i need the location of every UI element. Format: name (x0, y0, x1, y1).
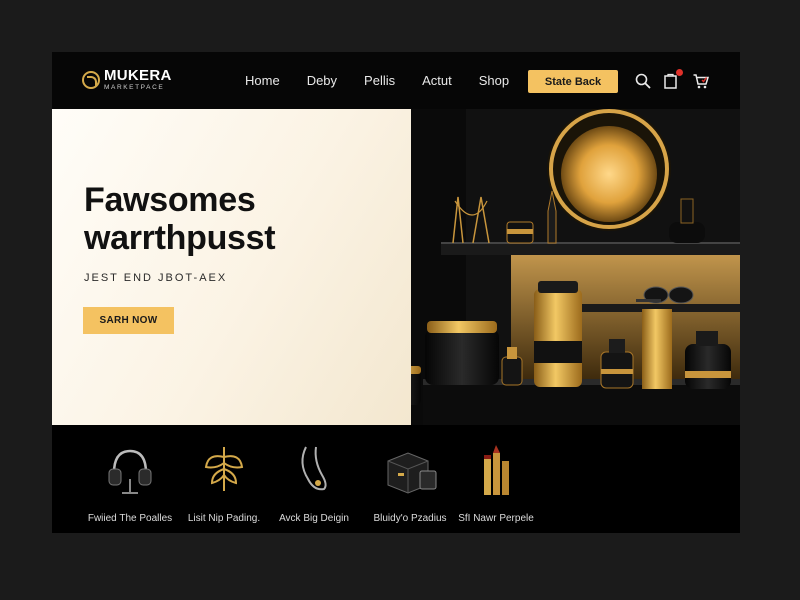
brand-tagline: MARKETPACE (104, 84, 165, 91)
category-label: Fwiied The Poalles (87, 513, 173, 524)
hero-panel: Fawsomes warrthpusst JEST END JBOT-AEX S… (52, 109, 411, 425)
cart-icon[interactable] (692, 72, 710, 90)
hero-title: Fawsomes warrthpusst (84, 181, 276, 257)
nav-item-deby[interactable]: Deby (307, 73, 337, 88)
brand-name: MUKERA (104, 67, 172, 84)
hero-product-display (411, 109, 740, 425)
category-strip: Fwiied The Poalles Lisit Nip Pading. Avc… (52, 425, 740, 533)
pendant-icon (194, 439, 254, 499)
notification-badge (676, 69, 683, 76)
shop-now-button[interactable]: SARH NOW (83, 307, 174, 334)
category-label: Bluidy'o Pzadius (373, 513, 447, 524)
box-icon (380, 439, 440, 499)
necklace-icon (284, 439, 344, 499)
brand-logo[interactable]: MUKERA MARKETPACE (82, 68, 172, 92)
logo-icon (82, 70, 100, 89)
nav-item-shop[interactable]: Shop (479, 73, 509, 88)
lipstick-icon (466, 439, 526, 499)
headphones-icon (100, 439, 160, 499)
nav-item-home[interactable]: Home (245, 73, 280, 88)
category-label: Lisit Nip Pading. (187, 513, 261, 524)
header: MUKERA MARKETPACE Home Deby Pellis Actut… (52, 52, 740, 109)
nav-item-actut[interactable]: Actut (422, 73, 452, 88)
category-item[interactable]: SfI Nawr Perpele (441, 439, 551, 529)
category-label: Avck Big Deigin (279, 513, 349, 524)
main-nav: Home Deby Pellis Actut Shop (245, 73, 536, 88)
category-item[interactable]: Avck Big Deigin (259, 439, 369, 529)
state-back-button[interactable]: State Back (528, 70, 618, 93)
hero-subtitle: JEST END JBOT-AEX (84, 272, 228, 284)
app-frame: MUKERA MARKETPACE Home Deby Pellis Actut… (52, 52, 740, 533)
category-label: SfI Nawr Perpele (458, 513, 534, 524)
nav-item-pellis[interactable]: Pellis (364, 73, 395, 88)
bag-icon[interactable] (662, 69, 683, 90)
search-icon[interactable] (634, 72, 652, 90)
